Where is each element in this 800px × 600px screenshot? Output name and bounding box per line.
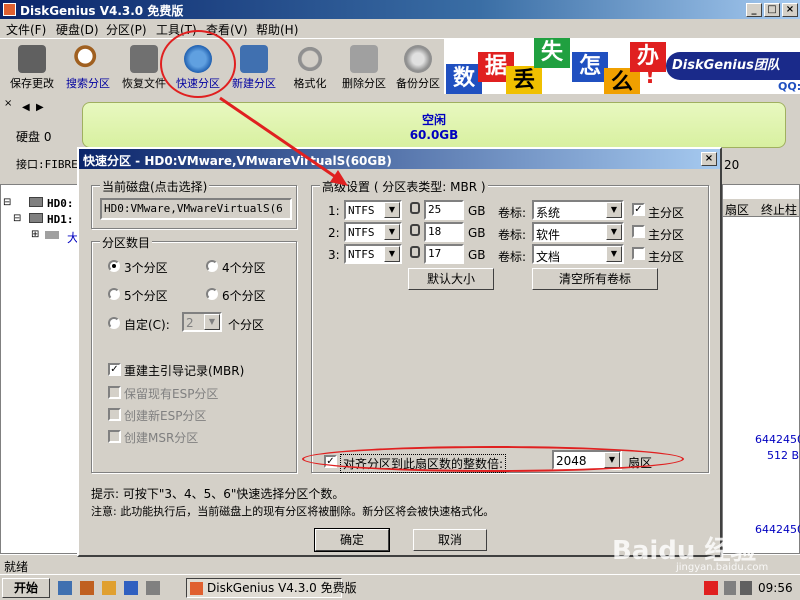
watermark-url: jingyan.baidu.com [676,562,769,573]
annotation-arrow [219,96,348,186]
annotation-ellipse [302,446,684,472]
